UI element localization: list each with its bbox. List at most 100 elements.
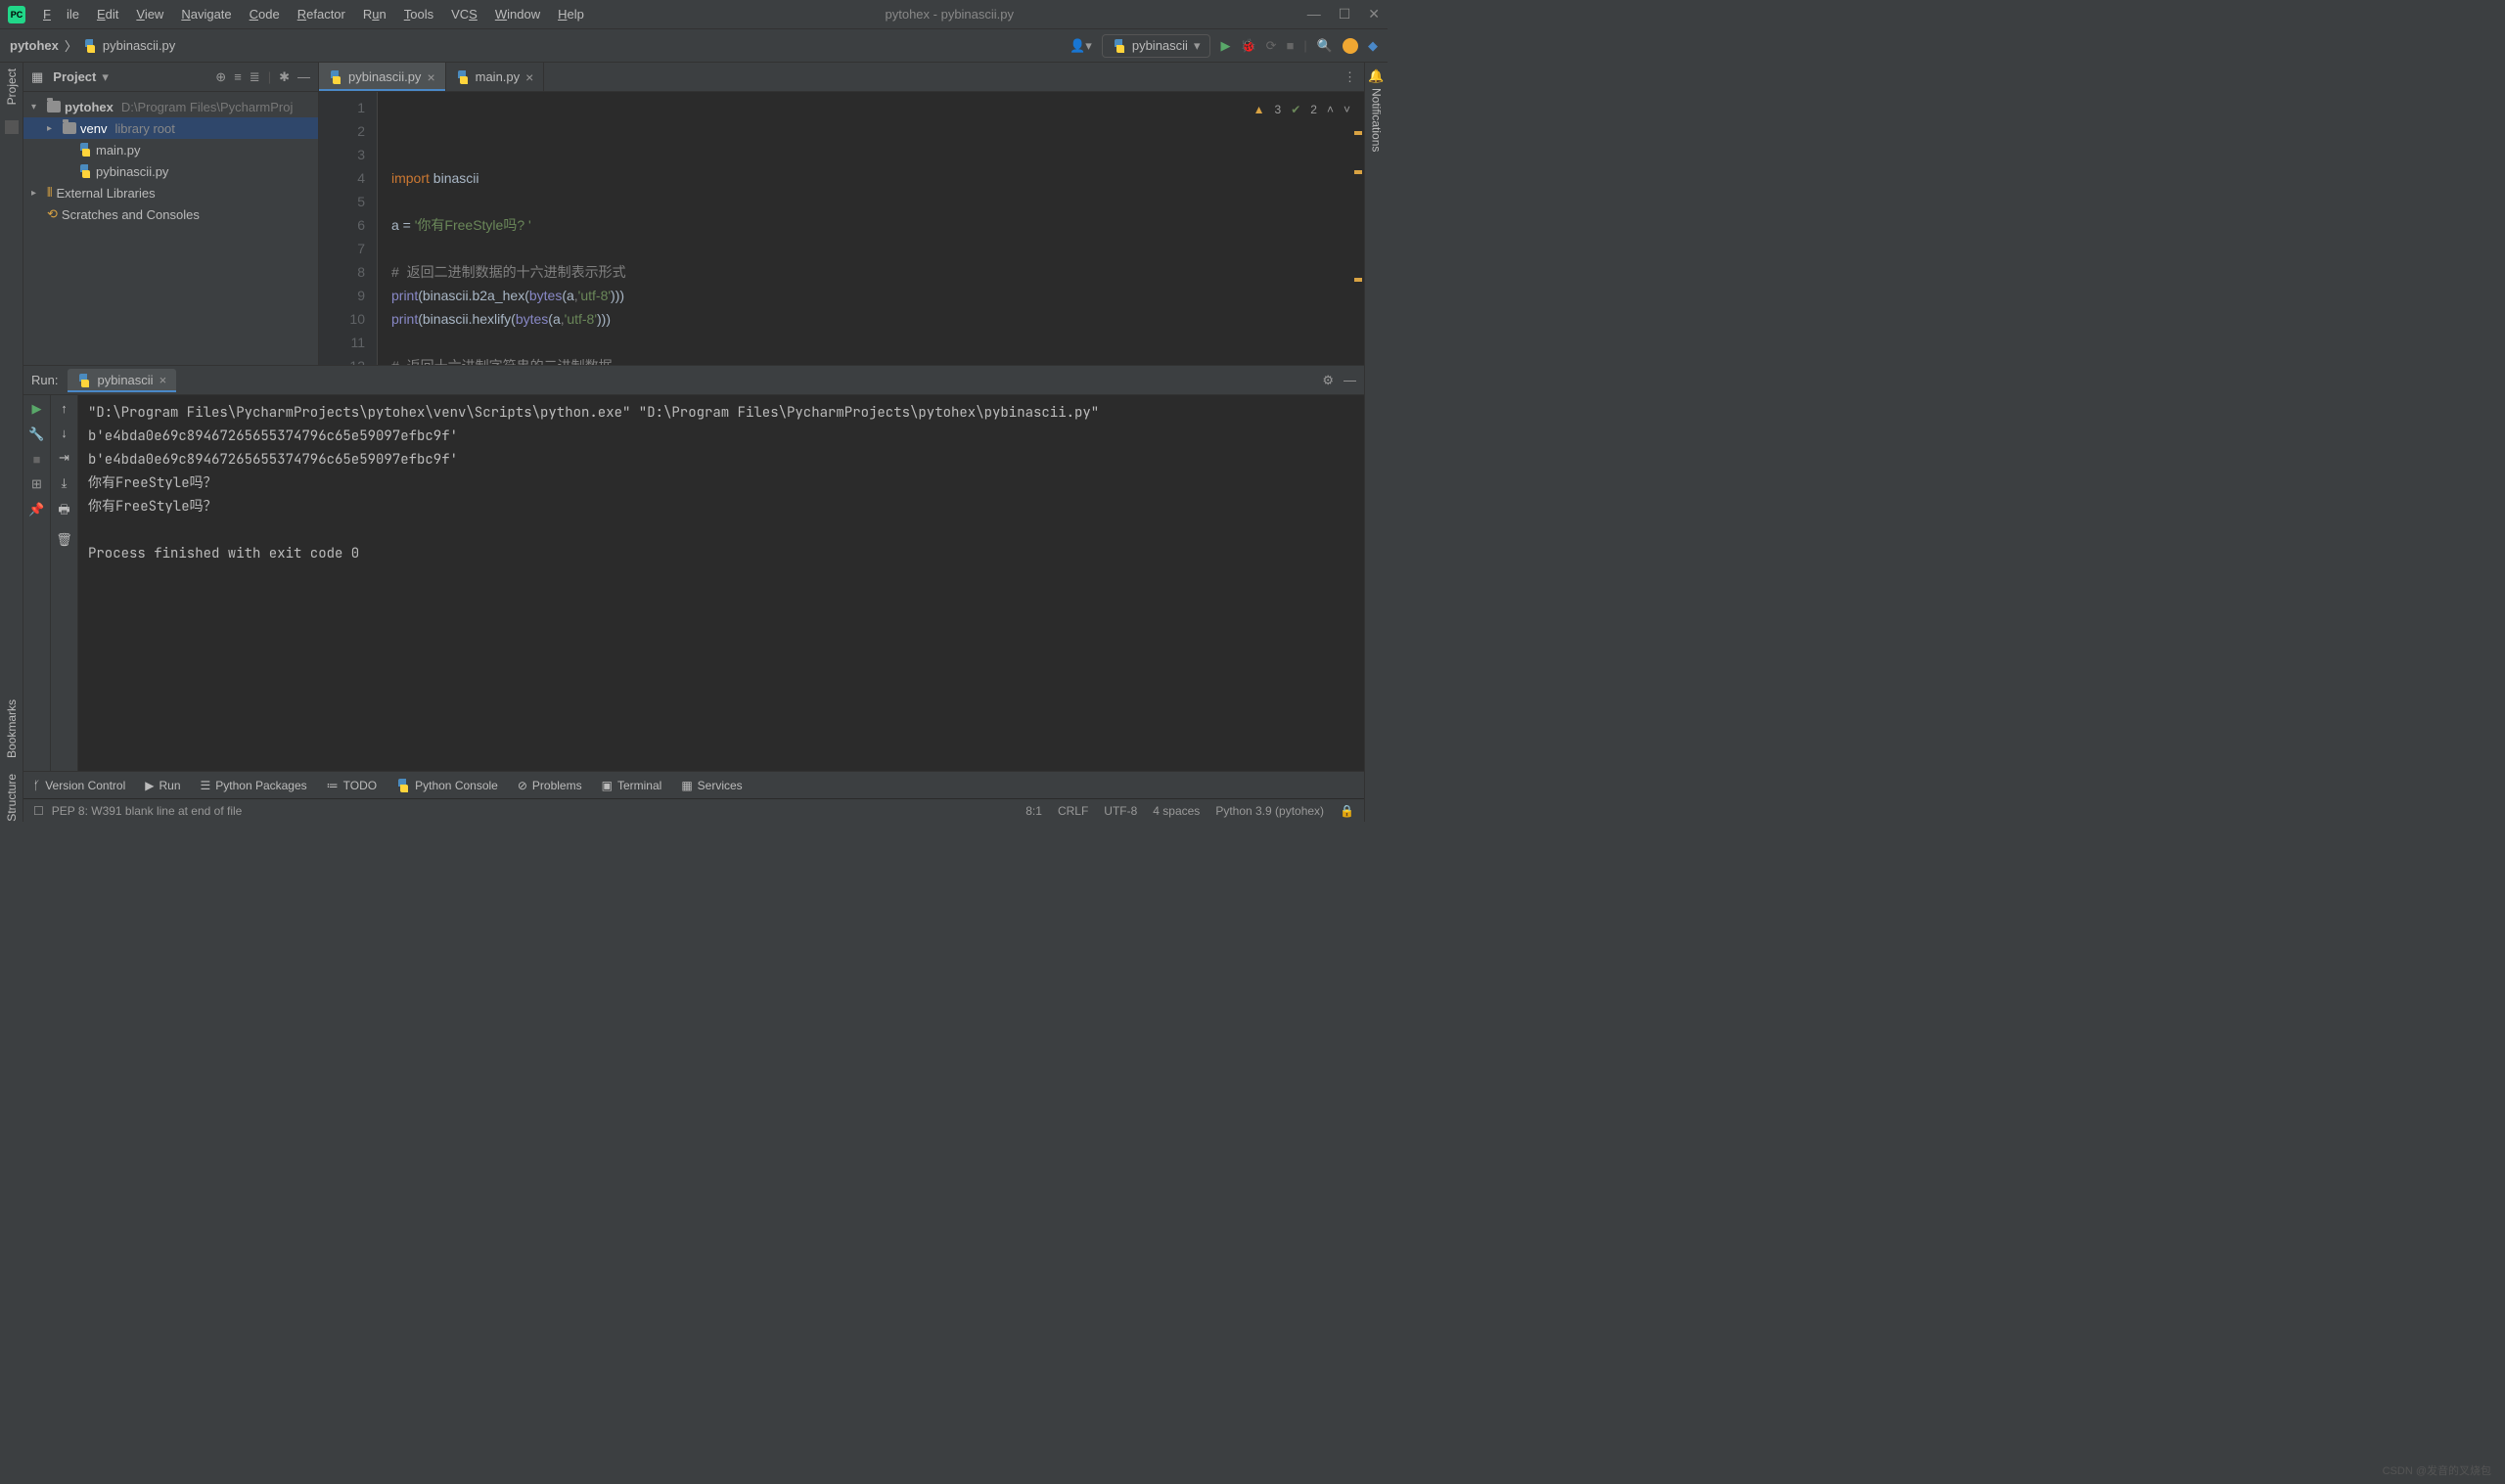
print-icon[interactable]: 🖶 [58, 501, 69, 522]
layout-icon[interactable]: ⊞ [31, 476, 42, 492]
project-tree[interactable]: ▾ pytohex D:\Program Files\PycharmProj ▸… [23, 92, 318, 365]
locate-icon[interactable]: ⊕ [215, 69, 226, 85]
menu-vcs[interactable]: VCS [443, 3, 485, 25]
menu-code[interactable]: Code [242, 3, 288, 25]
breadcrumb[interactable]: pytohex 〉 pybinascii.py [10, 36, 175, 55]
hide-icon[interactable]: — [1344, 373, 1356, 388]
run-panel: Run: pybinascii × ⚙ — ▶ 🔧 ■ ⊞ 📌 [23, 366, 1364, 771]
package-icon: ☰ [201, 779, 211, 792]
indent-setting[interactable]: 4 spaces [1153, 804, 1200, 818]
tree-scratches[interactable]: ⟲ Scratches and Consoles [23, 203, 318, 225]
minimize-icon[interactable]: — [1307, 6, 1321, 22]
tab-terminal[interactable]: ▣Terminal [602, 779, 662, 792]
close-icon[interactable]: ✕ [1368, 6, 1380, 22]
bookmarks-tool-button[interactable]: Bookmarks [5, 699, 19, 758]
file-encoding[interactable]: UTF-8 [1104, 804, 1137, 818]
menu-edit[interactable]: Edit [89, 3, 126, 25]
add-user-icon[interactable]: 👤▾ [1070, 38, 1092, 54]
settings-icon[interactable]: ✱ [279, 69, 290, 85]
breadcrumb-project[interactable]: pytohex [10, 38, 59, 53]
stop-icon[interactable]: ■ [33, 452, 41, 467]
chevron-down-icon: ▾ [1194, 38, 1201, 54]
tab-run[interactable]: ▶Run [145, 779, 180, 792]
ide-update-icon[interactable] [1343, 38, 1358, 54]
tab-pybinascii[interactable]: pybinascii.py × [319, 63, 446, 91]
menu-navigate[interactable]: Navigate [173, 3, 239, 25]
breadcrumb-file[interactable]: pybinascii.py [103, 38, 175, 53]
menu-tools[interactable]: Tools [396, 3, 441, 25]
python-icon [77, 374, 91, 387]
debug-button-icon[interactable]: 🐞 [1240, 38, 1255, 54]
run-button-icon[interactable]: ▶ [1220, 38, 1230, 54]
close-tab-icon[interactable]: × [525, 69, 533, 85]
coverage-icon[interactable]: ⟳ [1266, 38, 1277, 54]
project-tool-button[interactable]: Project [5, 68, 19, 105]
chevron-right-icon: 〉 [65, 36, 77, 55]
settings-icon[interactable]: ⚙ [1322, 373, 1334, 388]
trash-icon[interactable]: 🗑 [56, 532, 72, 548]
left-tool-strip: Project Bookmarks Structure [0, 63, 23, 822]
error-stripe[interactable] [1352, 92, 1364, 365]
wrench-icon[interactable]: 🔧 [28, 427, 44, 442]
tab-services[interactable]: ▦Services [681, 779, 742, 792]
menu-window[interactable]: Window [487, 3, 548, 25]
next-highlight-icon[interactable]: ˅ [1344, 98, 1350, 121]
pin-icon[interactable]: 📌 [28, 502, 44, 517]
tree-venv-hint: library root [114, 121, 174, 136]
commit-tool-icon[interactable] [5, 120, 19, 134]
chevron-down-icon[interactable]: ▾ [102, 69, 109, 85]
code-area[interactable]: import binascii a = '你有FreeStyle吗? ' # 返… [378, 92, 1364, 365]
prev-highlight-icon[interactable]: ˄ [1327, 98, 1334, 121]
tabs-more-icon[interactable]: ⋮ [1336, 63, 1364, 91]
tree-file-pybinascii[interactable]: pybinascii.py [23, 160, 318, 182]
interpreter[interactable]: Python 3.9 (pytohex) [1215, 804, 1324, 818]
soft-wrap-icon[interactable]: ⇥ [59, 450, 69, 466]
menu-run[interactable]: Run [355, 3, 394, 25]
stop-icon[interactable]: ■ [1287, 38, 1295, 53]
line-separator[interactable]: CRLF [1058, 804, 1088, 818]
tree-root[interactable]: ▾ pytohex D:\Program Files\PycharmProj [23, 96, 318, 117]
notifications-tool-button[interactable]: Notifications [1370, 88, 1384, 152]
structure-tool-button[interactable]: Structure [5, 774, 19, 822]
toolbox-icon[interactable]: ◆ [1368, 38, 1378, 54]
close-tab-icon[interactable]: × [159, 373, 167, 387]
python-file-icon [456, 70, 470, 84]
run-config-selector[interactable]: pybinascii ▾ [1102, 34, 1211, 58]
maximize-icon[interactable]: ☐ [1339, 6, 1351, 22]
status-message: PEP 8: W391 blank line at end of file [52, 804, 243, 818]
search-icon[interactable]: 🔍 [1317, 38, 1333, 54]
folder-icon [63, 122, 76, 134]
tab-version-control[interactable]: ᚶVersion Control [33, 779, 125, 792]
menu-help[interactable]: Help [550, 3, 592, 25]
hide-icon[interactable]: — [297, 69, 310, 85]
rerun-icon[interactable]: ▶ [32, 401, 42, 417]
notifications-icon[interactable]: 🔔 [1368, 68, 1384, 84]
collapse-all-icon[interactable]: ≣ [250, 69, 260, 85]
tree-scratches-label: Scratches and Consoles [62, 207, 200, 222]
tab-main[interactable]: main.py × [446, 63, 545, 91]
run-tab[interactable]: pybinascii × [68, 369, 176, 391]
gutter[interactable]: 123456789101112 [319, 92, 378, 365]
scroll-end-icon[interactable]: ⤓ [62, 475, 68, 491]
cursor-position[interactable]: 8:1 [1025, 804, 1042, 818]
run-output[interactable]: "D:\Program Files\PycharmProjects\pytohe… [78, 395, 1364, 771]
close-tab-icon[interactable]: × [427, 69, 434, 85]
tab-python-console[interactable]: Python Console [396, 779, 498, 792]
tree-file-main[interactable]: main.py [23, 139, 318, 160]
down-icon[interactable]: ↓ [61, 426, 68, 440]
status-icon[interactable]: ☐ [33, 804, 44, 818]
lock-icon[interactable]: 🔒 [1340, 804, 1354, 818]
up-icon[interactable]: ↑ [61, 401, 68, 416]
menu-file[interactable]: File [35, 3, 87, 25]
menu-refactor[interactable]: Refactor [290, 3, 353, 25]
expand-all-icon[interactable]: ≡ [234, 69, 242, 85]
tree-external-libraries[interactable]: ▸⫴ External Libraries [23, 182, 318, 203]
tab-todo[interactable]: ≔TODO [327, 779, 377, 792]
bottom-toolbar: ᚶVersion Control ▶Run ☰Python Packages ≔… [23, 771, 1364, 798]
tab-python-packages[interactable]: ☰Python Packages [201, 779, 307, 792]
menu-view[interactable]: View [128, 3, 171, 25]
tab-problems[interactable]: ⊘Problems [518, 779, 582, 792]
tree-venv[interactable]: ▸ venv library root [23, 117, 318, 139]
inspections-widget[interactable]: ▲3 ✔2 ˄ ˅ [1253, 98, 1350, 121]
tree-root-name: pytohex [65, 100, 114, 114]
